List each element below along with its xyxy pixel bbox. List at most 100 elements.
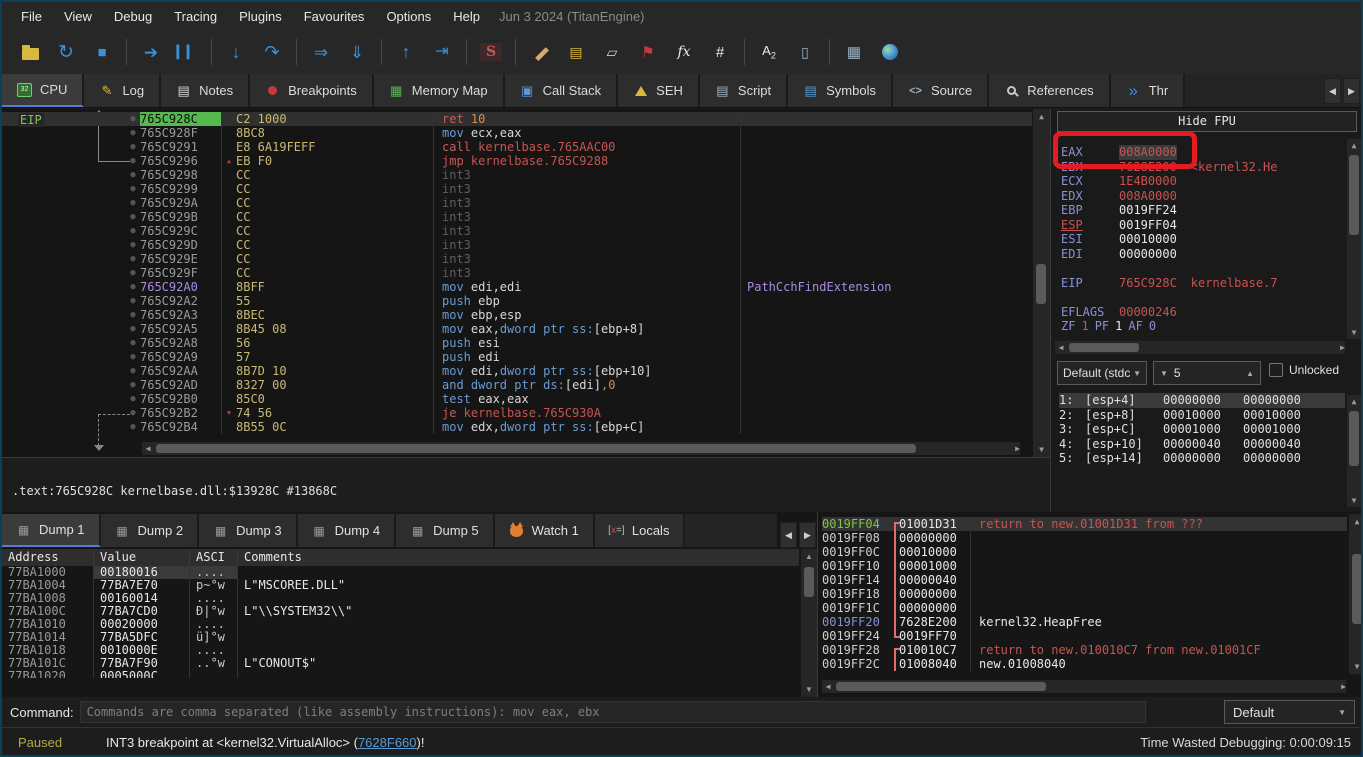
disasm-row[interactable]: ●765C92A856push esi — [2, 336, 1032, 350]
menu-view[interactable]: View — [53, 5, 103, 28]
command-profile-select[interactable]: Default▼ — [1224, 700, 1355, 724]
fx-icon[interactable]: fx — [671, 39, 697, 65]
hide-fpu-button[interactable]: Hide FPU — [1057, 111, 1357, 132]
stop-icon[interactable]: ■ — [89, 39, 115, 65]
disasm-row[interactable]: ●765C92A255push ebp — [2, 294, 1032, 308]
disasm-row[interactable]: ●765C928F8BC8mov ecx,eax — [2, 126, 1032, 140]
stack-row[interactable]: 0019FF1000001000 — [822, 559, 1347, 573]
breakpoint-dot-icon[interactable]: ● — [126, 238, 140, 252]
breakpoint-dot-icon[interactable]: ● — [126, 182, 140, 196]
flags-row[interactable]: ZF1PF1AF0 — [1061, 319, 1345, 334]
disasm-row[interactable]: ●765C9296▲EB F0jmp kernelbase.765C9288 — [2, 154, 1032, 168]
dump-tab-scroll-right[interactable]: ▶ — [799, 522, 816, 548]
argument-row[interactable]: 1:[esp+4]0000000000000000 — [1059, 393, 1345, 408]
column-header-comments[interactable]: Comments — [238, 549, 799, 566]
disasm-row[interactable]: ●765C928CC2 1000ret 10 — [2, 112, 1032, 126]
execute-till-return-icon[interactable]: ↑ — [393, 39, 419, 65]
breakpoint-dot-icon[interactable]: ● — [126, 294, 140, 308]
register-row[interactable]: EBP0019FF24 — [1061, 203, 1345, 218]
disasm-row[interactable]: ●765C929FCCint3 — [2, 266, 1032, 280]
tab-seh[interactable]: SEH — [618, 74, 700, 107]
stack-row[interactable]: 0019FF240019FF70 — [822, 629, 1347, 643]
breakpoint-dot-icon[interactable]: ● — [126, 224, 140, 238]
tab-breakpoints[interactable]: Breakpoints — [250, 74, 374, 107]
argument-row[interactable]: 3:[esp+C]0000100000001000 — [1059, 422, 1345, 437]
register-row[interactable]: ECX1E4B0000 — [1061, 174, 1345, 189]
registers-list[interactable]: EAX008A0000EBX7628E200<kernel32.HeECX1E4… — [1061, 145, 1345, 334]
register-row[interactable]: ESP0019FF04 — [1061, 218, 1345, 233]
argument-row[interactable]: 4:[esp+10]0000004000000040 — [1059, 437, 1345, 452]
menu-debug[interactable]: Debug — [103, 5, 163, 28]
breakpoint-dot-icon[interactable]: ● — [126, 252, 140, 266]
trace-over-icon[interactable]: ⇒ — [308, 39, 334, 65]
menu-favourites[interactable]: Favourites — [293, 5, 376, 28]
registers-hscrollbar[interactable]: ◀ ▶ — [1055, 341, 1345, 354]
stack-row[interactable]: 0019FF1400000040 — [822, 573, 1347, 587]
step-over-icon[interactable]: ↷ — [259, 39, 285, 65]
tab-dump-1[interactable]: ▦Dump 1 — [2, 514, 101, 547]
column-header-address[interactable]: Address — [2, 549, 94, 566]
disasm-row[interactable]: ●765C9298CCint3 — [2, 168, 1032, 182]
disasm-row[interactable]: ●765C9291E8 6A19FEFFcall kernelbase.765A… — [2, 140, 1032, 154]
highlight-icon[interactable]: A2 — [756, 39, 782, 65]
breakpoint-dot-icon[interactable]: ● — [126, 154, 140, 168]
tab-dump-3[interactable]: ▦Dump 3 — [199, 514, 298, 547]
breakpoint-dot-icon[interactable]: ● — [126, 126, 140, 140]
arg-count-spinner[interactable]: ▼ 5 ▲ — [1153, 361, 1261, 385]
tab-source[interactable]: <>Source — [893, 74, 989, 107]
stepping-s-icon[interactable]: S — [478, 39, 504, 65]
unlocked-checkbox[interactable] — [1269, 363, 1283, 377]
breakpoint-dot-icon[interactable]: ● — [126, 112, 140, 126]
tab-dump-5[interactable]: ▦Dump 5 — [396, 514, 495, 547]
stack-row[interactable]: 0019FF0800000000 — [822, 531, 1347, 545]
disasm-row[interactable]: ●765C929ACCint3 — [2, 196, 1032, 210]
breakpoint-dot-icon[interactable]: ● — [126, 140, 140, 154]
tab-locals[interactable]: [x=]Locals — [595, 514, 686, 547]
stack-row[interactable]: 0019FF0401001D31return to new.01001D31 f… — [822, 517, 1347, 531]
breakpoint-dot-icon[interactable]: ● — [126, 280, 140, 294]
register-row[interactable]: EFLAGS00000246 — [1061, 305, 1345, 320]
tab-dump-2[interactable]: ▦Dump 2 — [101, 514, 200, 547]
tab-scroll-left[interactable]: ◀ — [1324, 78, 1341, 104]
tab-watch-1[interactable]: Watch 1 — [495, 514, 595, 547]
tab-cpu[interactable]: 32CPU — [2, 74, 84, 107]
argument-row[interactable]: 5:[esp+14]0000000000000000 — [1059, 451, 1345, 466]
dump-row[interactable]: 77BA10200005000C — [2, 670, 799, 678]
stack-hscrollbar[interactable]: ◀ ▶ — [822, 680, 1346, 693]
pause-icon[interactable]: ▎▎ — [174, 39, 200, 65]
tab-memory-map[interactable]: ▦Memory Map — [374, 74, 505, 107]
tab-script[interactable]: ▤Script — [700, 74, 788, 107]
disasm-row[interactable]: ●765C92B48B55 0Cmov edx,dword ptr ss:[eb… — [2, 420, 1032, 434]
calculator-icon[interactable]: ▦ — [841, 39, 867, 65]
step-into-icon[interactable]: ↓ — [223, 39, 249, 65]
breakpoint-dot-icon[interactable]: ● — [126, 196, 140, 210]
tab-log[interactable]: ✎Log — [84, 74, 161, 107]
stack-row[interactable]: 0019FF28010010C7return to new.010010C7 f… — [822, 643, 1347, 657]
column-header-value[interactable]: Value — [94, 549, 190, 566]
breakpoint-dot-icon[interactable]: ● — [126, 336, 140, 350]
registers-vscrollbar[interactable]: ▲ ▼ — [1347, 139, 1361, 339]
relocate-icon[interactable]: ▯ — [792, 39, 818, 65]
register-row[interactable]: EBX7628E200<kernel32.He — [1061, 160, 1345, 175]
dump-tab-scroll-left[interactable]: ◀ — [780, 522, 797, 548]
menu-tracing[interactable]: Tracing — [163, 5, 228, 28]
tab-references[interactable]: References — [989, 74, 1110, 107]
breakpoint-dot-icon[interactable]: ● — [126, 266, 140, 280]
globe-icon[interactable] — [877, 39, 903, 65]
disasm-row[interactable]: ●765C92A38BECmov ebp,esp — [2, 308, 1032, 322]
breakpoint-dot-icon[interactable]: ● — [126, 420, 140, 434]
stack-row[interactable]: 0019FF2C01008040new.01008040 — [822, 657, 1347, 671]
tab-thr[interactable]: »Thr — [1111, 74, 1186, 107]
tab-notes[interactable]: ▤Notes — [161, 74, 250, 107]
run-icon[interactable]: ➔ — [138, 39, 164, 65]
tab-dump-4[interactable]: ▦Dump 4 — [298, 514, 397, 547]
command-input[interactable] — [80, 701, 1146, 723]
stack-vscrollbar[interactable]: ▲ ▼ — [1349, 514, 1363, 674]
menu-file[interactable]: File — [10, 5, 53, 28]
register-row[interactable]: EIP765C928Ckernelbase.7 — [1061, 276, 1345, 291]
stack-row[interactable]: 0019FF207628E200kernel32.HeapFree — [822, 615, 1347, 629]
tab-symbols[interactable]: ▤Symbols — [788, 74, 893, 107]
dump-row[interactable]: 77BA101C77BA7F90..°wL"CONOUT$" — [2, 657, 799, 670]
run-to-user-code-icon[interactable]: ⇥ — [429, 39, 455, 65]
hash-icon[interactable]: # — [707, 39, 733, 65]
